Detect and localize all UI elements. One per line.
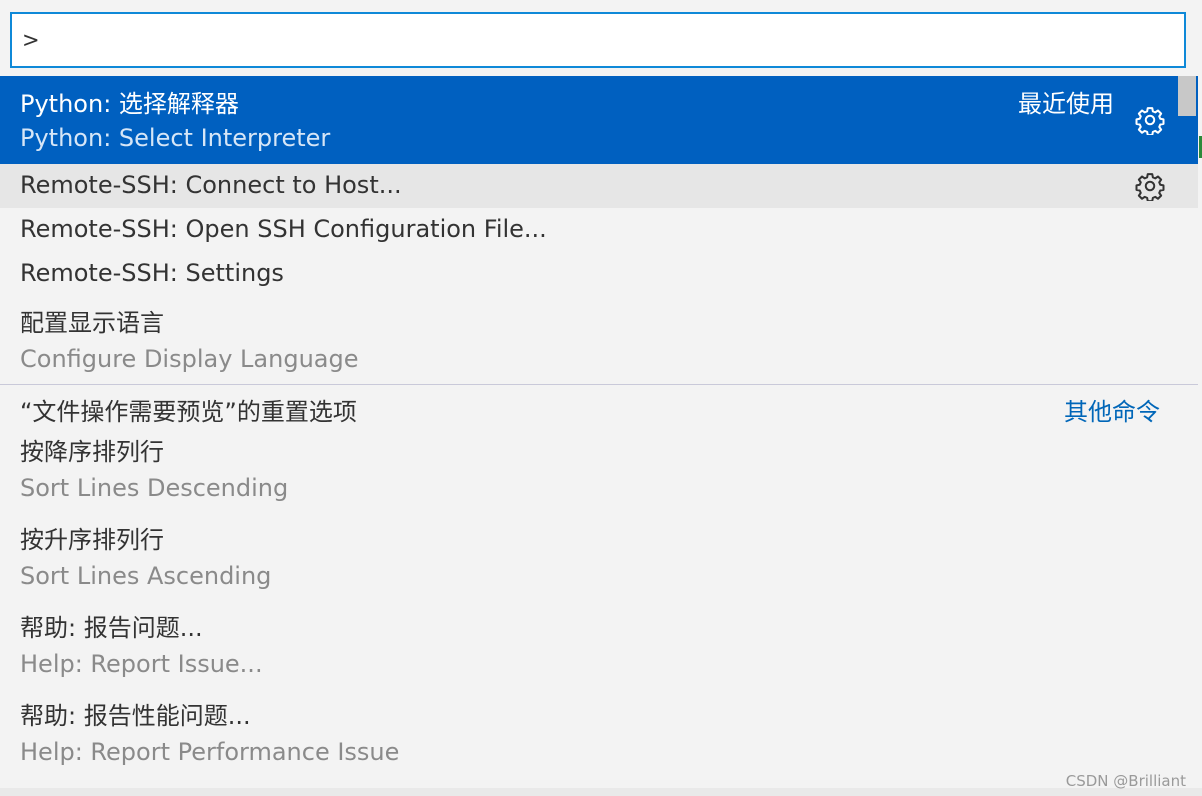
command-description: Python: Select Interpreter (20, 124, 331, 152)
command-label: 按升序排列行 (20, 526, 164, 554)
command-description: Sort Lines Ascending (20, 562, 272, 590)
command-ssh-connect[interactable]: Remote-SSH: Connect to Host... (0, 164, 1198, 208)
command-label: 配置显示语言 (20, 309, 164, 337)
group-label-recent: 最近使用 (1018, 90, 1114, 118)
command-description: Sort Lines Descending (20, 474, 289, 502)
command-ssh-settings[interactable]: Remote-SSH: Settings (0, 252, 1198, 296)
command-sort-lines-descending[interactable]: 按降序排列行 Sort Lines Descending (0, 429, 1198, 517)
command-sort-lines-ascending[interactable]: 按升序排列行 Sort Lines Ascending (0, 517, 1198, 605)
command-label: “文件操作需要预览”的重置选项 (20, 398, 357, 426)
command-help-report-performance[interactable]: 帮助: 报告性能问题... Help: Report Performance I… (0, 693, 1198, 781)
command-description: Help: Report Issue... (20, 650, 263, 678)
command-description: Help: Report Performance Issue (20, 738, 400, 766)
command-help-report-issue[interactable]: 帮助: 报告问题... Help: Report Issue... (0, 605, 1198, 693)
command-description: Configure Display Language (20, 345, 359, 373)
scrollbar-thumb[interactable] (1178, 76, 1196, 116)
watermark: CSDN @Brilliant (1065, 772, 1186, 790)
command-list: Python: 选择解释器 Python: Select Interpreter… (0, 76, 1198, 781)
command-reset-preview-option[interactable]: “文件操作需要预览”的重置选项 其他命令 (0, 385, 1198, 429)
command-label: Python: 选择解释器 (20, 90, 239, 118)
command-label: 帮助: 报告问题... (20, 614, 203, 642)
command-configure-display-language[interactable]: 配置显示语言 Configure Display Language (0, 296, 1198, 384)
command-label: Remote-SSH: Connect to Host... (20, 171, 402, 199)
command-input-box[interactable] (10, 12, 1186, 68)
command-python-select-interpreter[interactable]: Python: 选择解释器 Python: Select Interpreter… (0, 76, 1198, 164)
bottom-strip (0, 788, 1202, 796)
command-label: Remote-SSH: Open SSH Configuration File.… (20, 215, 547, 243)
gear-icon[interactable] (1135, 171, 1165, 201)
group-label-other: 其他命令 (1064, 398, 1160, 426)
command-label: 帮助: 报告性能问题... (20, 702, 251, 730)
gear-icon[interactable] (1135, 105, 1165, 135)
command-label: Remote-SSH: Settings (20, 259, 284, 287)
command-label: 按降序排列行 (20, 438, 164, 466)
command-ssh-open-config[interactable]: Remote-SSH: Open SSH Configuration File.… (0, 208, 1198, 252)
command-input[interactable] (12, 14, 1184, 66)
command-palette: Python: 选择解释器 Python: Select Interpreter… (0, 0, 1202, 796)
